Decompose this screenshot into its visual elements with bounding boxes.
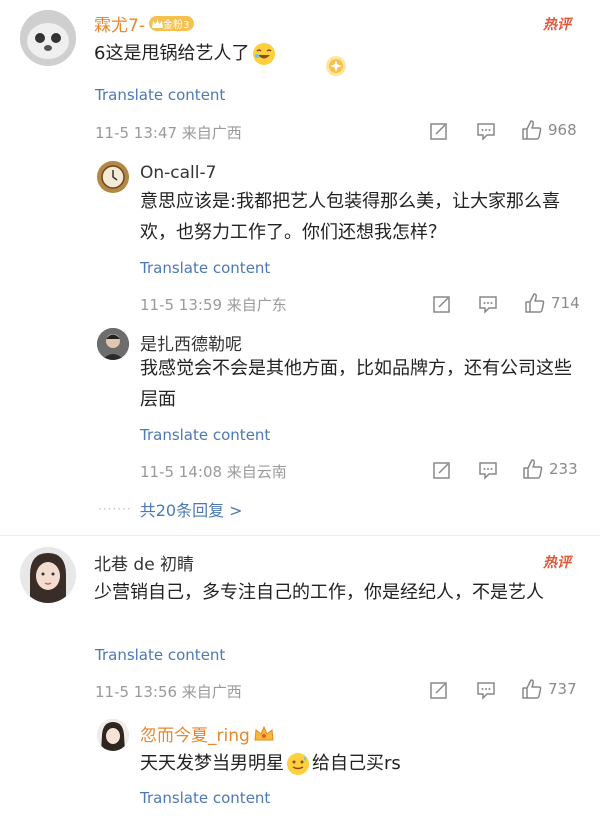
- translate-link[interactable]: Translate content: [95, 646, 225, 664]
- avatar-image: [97, 161, 129, 193]
- reply-meta: 11-5 13:59 来自广东: [140, 296, 287, 314]
- avatar[interactable]: [97, 328, 129, 360]
- badge-label: 金粉3: [162, 20, 190, 31]
- like-button[interactable]: 233: [522, 458, 578, 480]
- like-count: 233: [549, 460, 578, 478]
- like-button[interactable]: 737: [521, 678, 577, 700]
- comment-icon[interactable]: [476, 121, 496, 141]
- comment-meta: 11-5 13:47 来自广西: [95, 124, 242, 142]
- edit-icon[interactable]: [429, 680, 449, 700]
- edit-icon[interactable]: [429, 121, 449, 141]
- comment-icon[interactable]: [478, 294, 498, 314]
- avatar-image: [20, 10, 76, 66]
- like-count: 968: [548, 121, 577, 139]
- like-button[interactable]: 714: [524, 292, 580, 314]
- comment-icon[interactable]: [476, 680, 496, 700]
- more-replies-link[interactable]: ······· 共20条回复 >: [98, 497, 243, 521]
- username[interactable]: 是扎西德勒呢: [140, 330, 242, 355]
- laugh-emoji: [253, 42, 276, 65]
- sparkle-sticker: [326, 56, 346, 76]
- hot-comment-label: 热评: [543, 17, 571, 33]
- comment-divider: [0, 535, 600, 536]
- translate-link[interactable]: Translate content: [140, 789, 270, 807]
- reply-header: 忽而今夏_ring: [140, 721, 274, 746]
- like-icon: [523, 459, 543, 479]
- avatar-image: [97, 328, 129, 360]
- avatar-image: [20, 547, 76, 603]
- translate-link[interactable]: Translate content: [140, 426, 270, 444]
- reply-text: 我感觉会不会是其他方面，比如品牌方，还有公司这些层面: [140, 358, 572, 410]
- username[interactable]: 霖尤7-: [94, 11, 145, 36]
- like-icon: [522, 120, 542, 140]
- edit-icon[interactable]: [432, 460, 452, 480]
- like-count: 714: [551, 294, 580, 312]
- avatar[interactable]: [97, 719, 129, 751]
- reply-meta: 11-5 14:08 来自云南: [140, 463, 287, 481]
- username[interactable]: On-call-7: [140, 163, 216, 183]
- reply-text: 意思应该是:我都把艺人包装得那么美，让大家那么喜欢，也努力工作了。你们还想我怎样…: [140, 191, 561, 243]
- avatar-image: [97, 719, 129, 751]
- comment-text-content: 6这是甩锅给艺人了: [94, 43, 250, 64]
- dotted-leader: ·······: [98, 502, 132, 516]
- like-icon: [525, 293, 545, 313]
- comment-meta: 11-5 13:56 来自广西: [95, 683, 242, 701]
- sweat-emoji: [287, 752, 309, 775]
- reply-text-part: 给自己买rs: [312, 753, 401, 774]
- avatar[interactable]: [20, 547, 76, 603]
- avatar[interactable]: [20, 10, 76, 66]
- fan-badge: 金粉3: [148, 16, 195, 31]
- comment-header: 霖尤7- 金粉3: [94, 11, 195, 36]
- username[interactable]: 忽而今夏_ring: [140, 721, 250, 746]
- avatar[interactable]: [97, 161, 129, 193]
- reply-text-part: 天天发梦当男明星: [140, 753, 284, 774]
- like-icon: [522, 679, 542, 699]
- more-replies-label: 共20条回复 >: [139, 501, 243, 520]
- edit-icon[interactable]: [432, 294, 452, 314]
- username[interactable]: 北巷 de 初睛: [94, 550, 194, 575]
- reply-text: 天天发梦当男明星 给自己买rs: [140, 748, 401, 779]
- comment-text: 6这是甩锅给艺人了: [94, 38, 276, 69]
- comment-text: 少营销自己，多专注自己的工作，你是经纪人，不是艺人: [94, 582, 544, 603]
- like-button[interactable]: 968: [521, 119, 577, 141]
- translate-link[interactable]: Translate content: [140, 259, 270, 277]
- hot-comment-label: 热评: [543, 555, 571, 571]
- crown-icon: [151, 18, 163, 28]
- comment-icon[interactable]: [478, 460, 498, 480]
- like-count: 737: [548, 680, 577, 698]
- crown-icon: [254, 725, 274, 740]
- translate-link[interactable]: Translate content: [95, 86, 225, 104]
